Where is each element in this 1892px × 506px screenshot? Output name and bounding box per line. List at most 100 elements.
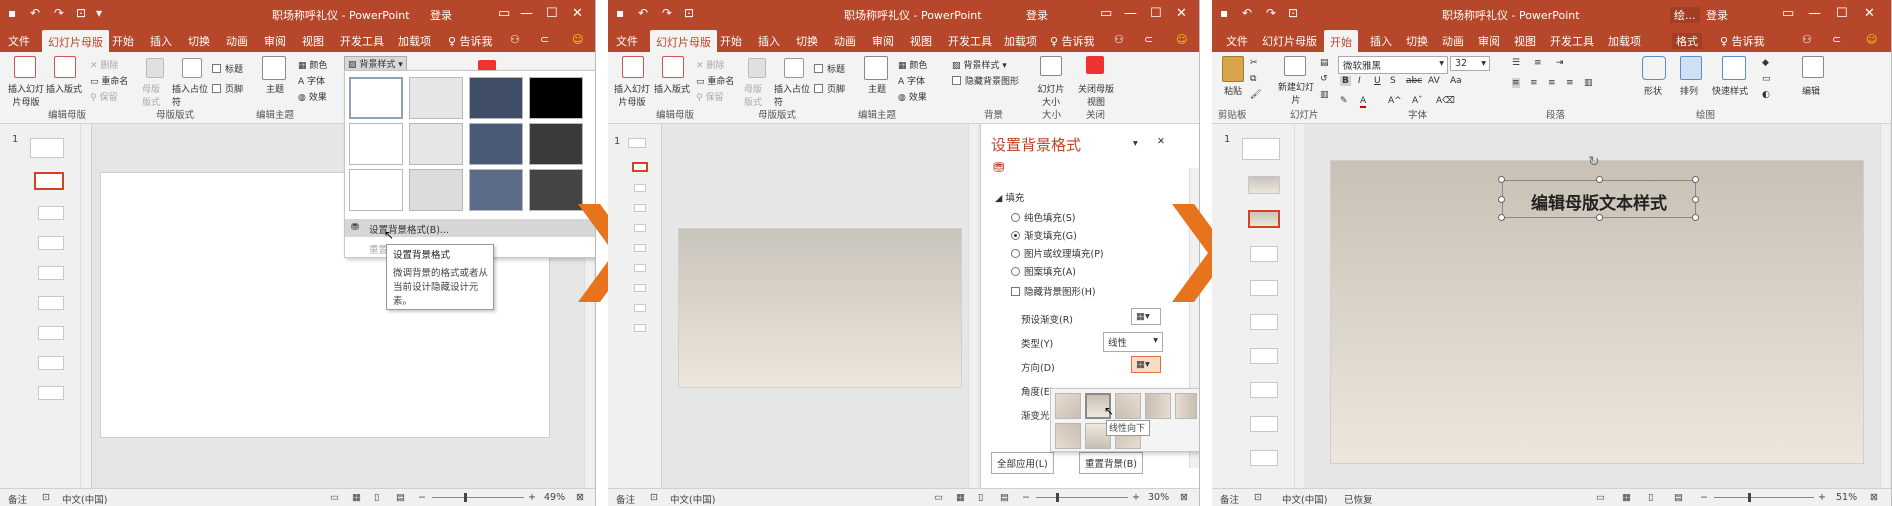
share-icon[interactable]: ⊂	[1832, 33, 1841, 46]
layout-thumbnail[interactable]	[634, 184, 646, 192]
master-thumbnail[interactable]	[1242, 138, 1280, 160]
slide-sorter-icon[interactable]: ▦	[1622, 492, 1631, 503]
zoom-slider-thumb[interactable]	[464, 493, 467, 502]
delete-button[interactable]: ✕ 删除	[696, 58, 724, 71]
bg-style-swatch[interactable]	[469, 77, 523, 119]
layout-thumbnail-selected[interactable]	[1248, 210, 1280, 228]
insert-layout-icon[interactable]	[662, 56, 684, 78]
effects-dropdown[interactable]: ◍ 效果	[898, 90, 927, 103]
user-icon[interactable]: ⚇	[1114, 33, 1124, 46]
editing-button[interactable]: 编辑	[1802, 84, 1820, 97]
normal-view-icon[interactable]: ▭	[330, 492, 339, 503]
direction-swatch[interactable]	[1115, 393, 1141, 419]
copy-icon[interactable]: ⧉	[1250, 74, 1256, 84]
bg-style-swatch[interactable]	[349, 169, 403, 211]
slideshow-icon[interactable]: ▤	[1000, 492, 1009, 503]
resize-handle[interactable]	[1596, 176, 1603, 183]
title-placeholder-text[interactable]: 编辑母版文本样式	[1503, 189, 1695, 214]
font-name-select[interactable]: 微软雅黑 ▾	[1338, 56, 1448, 74]
notes-button[interactable]: 备注	[616, 492, 635, 506]
resize-handle[interactable]	[1692, 176, 1699, 183]
zoom-out-icon[interactable]: −	[1700, 492, 1708, 503]
resize-handle[interactable]	[1498, 176, 1505, 183]
smiley-icon[interactable]: ☺	[1176, 33, 1187, 46]
tab-slide-master[interactable]: 幻灯片母版	[1262, 33, 1317, 49]
bg-style-swatch[interactable]	[529, 77, 583, 119]
direction-swatch[interactable]	[1055, 423, 1081, 449]
language-status[interactable]: 中文(中国)	[62, 492, 107, 506]
fill-section-header[interactable]: ◢ 填充	[995, 190, 1024, 204]
tab-file[interactable]: 文件	[8, 33, 30, 49]
undo-icon[interactable]: ↶	[1242, 6, 1252, 20]
bold-button[interactable]: B	[1340, 76, 1351, 86]
layout-thumbnail[interactable]	[1250, 416, 1278, 432]
maximize-icon[interactable]: ☐	[546, 6, 558, 21]
bg-style-swatch[interactable]	[469, 169, 523, 211]
resize-handle[interactable]	[1498, 214, 1505, 221]
insert-layout-button[interactable]: 插入版式	[654, 82, 690, 95]
zoom-out-icon[interactable]: −	[418, 492, 426, 503]
tab-animations[interactable]: 动画	[1442, 33, 1464, 49]
close-master-icon[interactable]	[1086, 56, 1104, 74]
close-icon[interactable]: ✕	[1864, 6, 1875, 21]
gradient-fill-radio[interactable]: 渐变填充(G)	[1011, 228, 1077, 242]
columns-icon[interactable]: ▥	[1584, 78, 1593, 88]
background-styles-dropdown[interactable]: ▨ 背景样式 ▾	[952, 58, 1007, 71]
direction-swatch[interactable]	[1055, 393, 1081, 419]
layout-thumbnail[interactable]	[634, 304, 646, 312]
layout-thumbnail[interactable]	[634, 284, 646, 292]
ribbon-display-icon[interactable]: ▭	[1100, 6, 1112, 21]
tab-developer[interactable]: 开发工具	[1550, 33, 1594, 49]
insert-master-icon[interactable]	[622, 56, 644, 78]
tab-file[interactable]: 文件	[1226, 33, 1248, 49]
title-checkbox[interactable]: 标题	[212, 62, 243, 75]
delete-button[interactable]: ✕ 删除	[90, 58, 118, 71]
accessibility-icon[interactable]: ⊡	[42, 492, 50, 503]
rotate-handle-icon[interactable]: ↻	[1588, 154, 1600, 170]
zoom-slider[interactable]	[1036, 497, 1128, 498]
section-icon[interactable]: ▥	[1320, 90, 1329, 100]
minimize-icon[interactable]: —	[1124, 6, 1137, 21]
tab-slide-master[interactable]: 幻灯片母版	[42, 30, 109, 52]
effects-dropdown[interactable]: ◍ 效果	[298, 90, 327, 103]
rename-button[interactable]: ▭ 重命名	[90, 74, 128, 87]
zoom-slider[interactable]	[432, 497, 524, 498]
layout-thumbnail[interactable]	[1250, 314, 1278, 330]
shape-outline-icon[interactable]: ▭	[1762, 74, 1771, 84]
fonts-dropdown[interactable]: A 字体	[298, 74, 325, 87]
tab-view[interactable]: 视图	[302, 33, 324, 49]
zoom-level[interactable]: 51%	[1836, 492, 1857, 503]
insert-layout-icon[interactable]	[54, 56, 76, 78]
tab-developer[interactable]: 开发工具	[948, 33, 992, 49]
smiley-icon[interactable]: ☺	[1866, 33, 1877, 46]
vertical-scrollbar[interactable]	[1880, 124, 1890, 488]
zoom-level[interactable]: 30%	[1148, 492, 1169, 503]
tab-view[interactable]: 视图	[1514, 33, 1536, 49]
bg-style-swatch[interactable]	[349, 77, 403, 119]
themes-icon[interactable]	[262, 56, 286, 80]
fonts-dropdown[interactable]: A 字体	[898, 74, 925, 87]
change-case-icon[interactable]: Aa	[1450, 76, 1462, 86]
undo-icon[interactable]: ↶	[638, 6, 648, 20]
reset-background-button[interactable]: 重置背景(B)	[1079, 452, 1143, 474]
themes-button[interactable]: 主题	[868, 82, 886, 95]
highlight-icon[interactable]: ✎	[1340, 96, 1348, 106]
thumbnail-scrollbar[interactable]	[1294, 124, 1304, 488]
user-icon[interactable]: ⚇	[510, 33, 520, 46]
pattern-fill-radio[interactable]: 图案填充(A)	[1011, 264, 1076, 278]
tab-home[interactable]: 开始	[112, 33, 134, 49]
resize-handle[interactable]	[1498, 196, 1505, 203]
colors-dropdown[interactable]: ▦ 颜色	[898, 58, 927, 71]
slideshow-icon[interactable]: ▤	[396, 492, 405, 503]
bullets-icon[interactable]: ☰	[1512, 58, 1520, 68]
tab-review[interactable]: 审阅	[872, 33, 894, 49]
bg-style-swatch[interactable]	[469, 123, 523, 165]
zoom-in-icon[interactable]: +	[1132, 492, 1140, 503]
layout-thumbnail[interactable]	[38, 296, 64, 310]
thumbnail-scrollbar[interactable]	[80, 124, 90, 488]
quick-styles-button[interactable]: 快速样式	[1712, 84, 1748, 97]
layout-thumbnail[interactable]	[1250, 280, 1278, 296]
menu-item-format-background[interactable]: ⛃ 设置背景格式(B)...	[345, 219, 595, 237]
slide-canvas[interactable]	[678, 228, 962, 388]
bg-style-swatch[interactable]	[409, 169, 463, 211]
